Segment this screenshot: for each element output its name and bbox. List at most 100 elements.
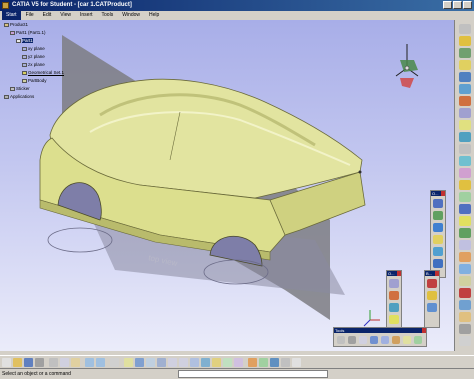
floating-toolbar-3[interactable]: B... xyxy=(424,270,440,328)
plane-icon[interactable] xyxy=(459,72,471,82)
hide-show-icon[interactable] xyxy=(223,358,232,367)
3d-compass-icon[interactable] xyxy=(414,336,422,344)
helix-icon[interactable] xyxy=(459,132,471,142)
analysis-icon[interactable] xyxy=(389,279,399,288)
grid-icon[interactable] xyxy=(348,336,356,344)
point-icon[interactable] xyxy=(459,48,471,58)
tree-item-sticker[interactable]: Sticker xyxy=(10,86,30,91)
shading-icon[interactable] xyxy=(212,358,221,367)
sweep-surface-icon[interactable] xyxy=(459,204,471,214)
material-icon[interactable] xyxy=(259,358,268,367)
untrim-icon[interactable] xyxy=(459,276,471,286)
normal-view-icon[interactable] xyxy=(190,358,199,367)
menu-view[interactable]: View xyxy=(56,11,75,20)
close-icon[interactable] xyxy=(435,271,439,276)
menu-help[interactable]: Help xyxy=(145,11,163,20)
zoom-in-icon[interactable] xyxy=(168,358,177,367)
menu-edit[interactable]: Edit xyxy=(39,11,56,20)
iso-view-icon[interactable] xyxy=(201,358,210,367)
graphic-properties-icon[interactable] xyxy=(292,358,301,367)
compass-widget[interactable] xyxy=(395,44,419,88)
plane-icon[interactable] xyxy=(433,199,443,208)
minimize-button[interactable] xyxy=(443,1,452,9)
line-icon[interactable] xyxy=(459,60,471,70)
open-icon[interactable] xyxy=(13,358,22,367)
zoom-out-icon[interactable] xyxy=(179,358,188,367)
catalog-icon[interactable] xyxy=(381,336,389,344)
close-icon[interactable] xyxy=(397,271,401,276)
work-on-support-icon[interactable] xyxy=(359,336,367,344)
close-button[interactable] xyxy=(463,1,472,9)
copy-icon[interactable] xyxy=(60,358,69,367)
distance-icon[interactable] xyxy=(389,315,399,324)
maximize-button[interactable] xyxy=(453,1,462,9)
tree-item-zx-plane[interactable]: zx plane xyxy=(22,62,45,67)
tree-item-product[interactable]: Product1 xyxy=(4,22,28,27)
join-icon[interactable] xyxy=(433,259,443,268)
sketch-icon[interactable] xyxy=(403,336,411,344)
command-input[interactable] xyxy=(178,370,328,378)
tree-item-part-instance[interactable]: Part1 (Part1.1) xyxy=(10,30,46,35)
fly-mode-icon[interactable] xyxy=(124,358,133,367)
properties-icon[interactable] xyxy=(270,358,279,367)
blend-icon[interactable] xyxy=(459,240,471,250)
revolve-icon[interactable] xyxy=(433,223,443,232)
loft-icon[interactable] xyxy=(459,228,471,238)
extract-icon[interactable] xyxy=(427,291,437,300)
paste-icon[interactable] xyxy=(71,358,80,367)
save-icon[interactable] xyxy=(24,358,33,367)
measure-icon[interactable] xyxy=(392,336,400,344)
intersection-icon[interactable] xyxy=(459,96,471,106)
tools-toolbar[interactable]: Tools xyxy=(333,327,427,347)
layer-icon[interactable] xyxy=(281,358,290,367)
axis-system-icon[interactable] xyxy=(370,336,378,344)
fillet-icon[interactable] xyxy=(459,312,471,322)
3d-viewport[interactable]: top view Product1 Part1 (Part1.1) Part1 … xyxy=(0,20,455,351)
circle-icon[interactable] xyxy=(459,108,471,118)
cut-icon[interactable] xyxy=(49,358,58,367)
swap-visible-space-icon[interactable] xyxy=(234,358,243,367)
offset-icon[interactable] xyxy=(459,192,471,202)
projection-icon[interactable] xyxy=(459,84,471,94)
curvature-icon[interactable] xyxy=(389,291,399,300)
render-icon[interactable] xyxy=(248,358,257,367)
fill-surface-icon[interactable] xyxy=(459,216,471,226)
extrude-icon[interactable] xyxy=(433,211,443,220)
rotate-icon[interactable] xyxy=(459,336,471,346)
spline-icon[interactable] xyxy=(459,120,471,130)
sphere-icon[interactable] xyxy=(459,180,471,190)
tree-item-partbody[interactable]: PartBody xyxy=(22,78,47,83)
menu-window[interactable]: Window xyxy=(118,11,144,20)
close-icon[interactable] xyxy=(441,191,445,196)
redo-icon[interactable] xyxy=(96,358,105,367)
menu-insert[interactable]: Insert xyxy=(76,11,97,20)
tree-item-geometrical-set[interactable]: Geometrical Set.1 xyxy=(22,70,64,75)
sketcher-icon[interactable] xyxy=(459,36,471,46)
tree-item-yz-plane[interactable]: yz plane xyxy=(22,54,45,59)
tree-item-xy-plane[interactable]: xy plane xyxy=(22,46,45,51)
menu-start[interactable]: Start xyxy=(2,11,21,20)
sweep-icon[interactable] xyxy=(433,235,443,244)
join-surface-icon[interactable] xyxy=(459,252,471,262)
print-icon[interactable] xyxy=(35,358,44,367)
fit-all-icon[interactable] xyxy=(135,358,144,367)
translate-icon[interactable] xyxy=(459,324,471,334)
trim-icon[interactable] xyxy=(459,300,471,310)
split-icon[interactable] xyxy=(427,303,437,312)
update-icon[interactable] xyxy=(337,336,345,344)
tree-item-part[interactable]: Part1 xyxy=(16,38,33,43)
select-icon[interactable] xyxy=(459,24,471,34)
new-icon[interactable] xyxy=(2,358,11,367)
tree-item-applications[interactable]: Applications xyxy=(4,94,34,99)
close-icon[interactable] xyxy=(422,328,426,333)
menu-tools[interactable]: Tools xyxy=(98,11,118,20)
menu-file[interactable]: File xyxy=(22,11,38,20)
extrude-surface-icon[interactable] xyxy=(459,156,471,166)
boundary-icon[interactable] xyxy=(427,279,437,288)
healing-icon[interactable] xyxy=(459,264,471,274)
pan-icon[interactable] xyxy=(146,358,155,367)
undo-icon[interactable] xyxy=(85,358,94,367)
rotate-view-icon[interactable] xyxy=(157,358,166,367)
split-surface-icon[interactable] xyxy=(459,288,471,298)
fill-icon[interactable] xyxy=(433,247,443,256)
